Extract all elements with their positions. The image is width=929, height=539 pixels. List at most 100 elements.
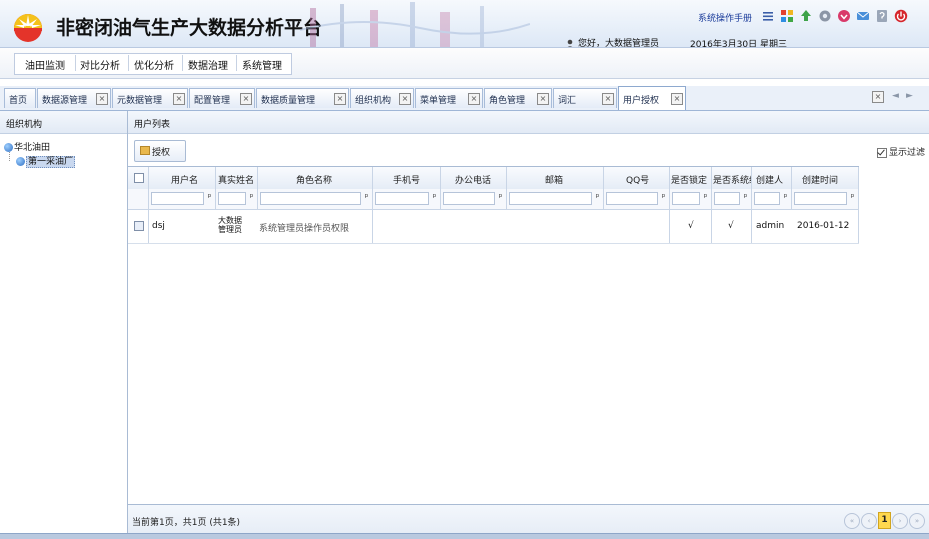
cell-text: 大数据管理员: [218, 216, 242, 234]
tab-label: 用户授权: [623, 96, 660, 106]
filter-input-username[interactable]: [151, 192, 204, 205]
show-filter-toggle[interactable]: 显示过滤: [876, 145, 925, 158]
close-icon[interactable]: ×: [334, 93, 346, 105]
filter-input-qq[interactable]: [606, 192, 658, 205]
tab-vocabulary[interactable]: 词汇 ×: [553, 88, 617, 108]
main-menu-bar: 油田监测 对比分析 优化分析 数据治理 系统管理: [0, 48, 929, 79]
col-header-qq[interactable]: QQ号: [604, 167, 670, 189]
tab-datasource[interactable]: 数据源管理 ×: [37, 88, 111, 108]
col-header-username[interactable]: 用户名: [149, 167, 216, 189]
cell-role: 系统管理员操作员权限: [258, 210, 373, 243]
apps-icon[interactable]: [780, 9, 794, 23]
col-header-email[interactable]: 邮箱: [507, 167, 604, 189]
filter-icon[interactable]: ᵖ: [848, 193, 857, 204]
filter-cell-office-phone: ᵖ: [441, 189, 507, 209]
menu-item-monitoring[interactable]: 油田监测: [25, 57, 65, 72]
close-icon[interactable]: ×: [602, 93, 614, 105]
current-page[interactable]: 1: [878, 512, 891, 529]
manual-link[interactable]: 系统操作手册: [698, 11, 752, 24]
close-icon[interactable]: ×: [96, 93, 108, 105]
cell-realname: 大数据管理员: [216, 210, 258, 243]
filter-icon[interactable]: ᵖ: [781, 193, 790, 204]
filter-cell-mobile: ᵖ: [373, 189, 441, 209]
filter-icon[interactable]: ᵖ: [362, 193, 371, 204]
tab-menu-management[interactable]: 菜单管理 ×: [415, 88, 483, 108]
close-icon[interactable]: ×: [468, 93, 480, 105]
row-checkbox[interactable]: [134, 221, 144, 231]
filter-input-locked[interactable]: [672, 192, 700, 205]
close-icon[interactable]: ×: [240, 93, 252, 105]
close-icon[interactable]: ×: [671, 93, 683, 105]
col-header-creator[interactable]: 创建人: [752, 167, 792, 189]
col-header-label: QQ号: [626, 176, 650, 186]
next-page-icon[interactable]: ›: [892, 513, 908, 529]
filter-input-office-phone[interactable]: [443, 192, 495, 205]
filter-input-realname[interactable]: [218, 192, 246, 205]
message-icon[interactable]: [856, 9, 870, 23]
tree-node-root[interactable]: 华北油田: [4, 140, 50, 153]
close-icon[interactable]: ×: [399, 93, 411, 105]
show-filter-checkbox[interactable]: [876, 147, 887, 158]
tab-label: 数据质量管理: [261, 96, 316, 106]
filter-icon[interactable]: ᵖ: [593, 193, 602, 204]
cell-locked: √: [670, 210, 712, 243]
filter-cell-qq: ᵖ: [604, 189, 670, 209]
col-header-locked[interactable]: 是否锁定: [670, 167, 712, 189]
table-filter-row: ᵖ ᵖ ᵖ ᵖ ᵖ ᵖ ᵖ ᵖ ᵖ ᵖ ᵖ: [128, 189, 859, 210]
filter-input-role[interactable]: [260, 192, 361, 205]
menu-item-comparison[interactable]: 对比分析: [80, 57, 120, 72]
scroll-right-icon[interactable]: ►: [906, 91, 913, 101]
tab-metadata[interactable]: 元数据管理 ×: [112, 88, 188, 108]
cell-username: dsj: [149, 210, 216, 243]
close-all-tabs-icon[interactable]: ×: [872, 91, 884, 103]
menu-item-data-governance[interactable]: 数据治理: [188, 57, 228, 72]
list-icon[interactable]: [761, 9, 775, 23]
favorite-icon[interactable]: [837, 9, 851, 23]
close-icon[interactable]: ×: [173, 93, 185, 105]
tab-data-quality[interactable]: 数据质量管理 ×: [256, 88, 349, 108]
tab-role-management[interactable]: 角色管理 ×: [484, 88, 552, 108]
tree-node-child[interactable]: 第一采油厂: [16, 154, 76, 168]
filter-icon[interactable]: ᵖ: [741, 193, 750, 204]
col-header-role[interactable]: 角色名称: [258, 167, 373, 189]
scroll-left-icon[interactable]: ◄: [892, 91, 899, 101]
power-icon[interactable]: [894, 9, 908, 23]
filter-icon[interactable]: ᵖ: [430, 193, 439, 204]
prev-page-icon[interactable]: ‹: [861, 513, 877, 529]
filter-input-system-level[interactable]: [714, 192, 740, 205]
help-icon[interactable]: [875, 9, 889, 23]
tab-organization[interactable]: 组织机构 ×: [350, 88, 414, 108]
tab-user-authorization[interactable]: 用户授权 ×: [618, 86, 686, 110]
close-icon[interactable]: ×: [537, 93, 549, 105]
filter-icon[interactable]: ᵖ: [205, 193, 214, 204]
cell-email: [507, 210, 604, 243]
filter-cell-created: ᵖ: [792, 189, 859, 209]
last-page-icon[interactable]: »: [909, 513, 925, 529]
filter-icon[interactable]: ᵖ: [247, 193, 256, 204]
menu-item-system-admin[interactable]: 系统管理: [242, 57, 282, 72]
settings-icon[interactable]: [818, 9, 832, 23]
select-all-checkbox[interactable]: [134, 173, 144, 183]
col-header-system-level[interactable]: 是否系统级: [712, 167, 752, 189]
app-header: 非密闭油气生产大数据分析平台 系统操作手册 您好，大数据管理员 2016年3月3…: [0, 0, 929, 48]
grant-button[interactable]: 授权: [134, 140, 186, 162]
key-icon: [140, 146, 150, 155]
filter-icon[interactable]: ᵖ: [496, 193, 505, 204]
filter-input-creator[interactable]: [754, 192, 780, 205]
first-page-icon[interactable]: «: [844, 513, 860, 529]
menu-item-optimization[interactable]: 优化分析: [134, 57, 174, 72]
cell-creator: admin: [752, 210, 792, 243]
filter-input-created[interactable]: [794, 192, 847, 205]
filter-icon[interactable]: ᵖ: [659, 193, 668, 204]
table-row[interactable]: dsj 大数据管理员 系统管理员操作员权限 √ √ admin 2016-01-…: [128, 210, 859, 244]
filter-input-email[interactable]: [509, 192, 592, 205]
tab-config[interactable]: 配置管理 ×: [189, 88, 255, 108]
filter-icon[interactable]: ᵖ: [701, 193, 710, 204]
filter-input-mobile[interactable]: [375, 192, 429, 205]
col-header-mobile[interactable]: 手机号: [373, 167, 441, 189]
tab-home[interactable]: 首页: [4, 88, 36, 108]
upload-icon[interactable]: [799, 9, 813, 23]
col-header-realname[interactable]: 真实姓名: [216, 167, 258, 189]
col-header-office-phone[interactable]: 办公电话: [441, 167, 507, 189]
col-header-created[interactable]: 创建时间: [792, 167, 859, 189]
